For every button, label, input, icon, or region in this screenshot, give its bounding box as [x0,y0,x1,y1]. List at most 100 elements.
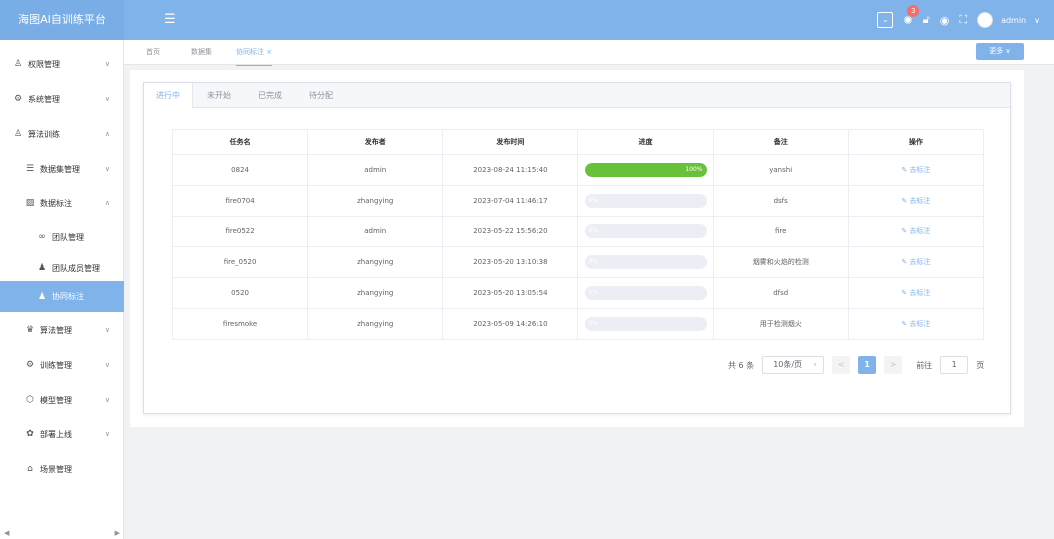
gear-icon: ⚙ [25,360,35,370]
goto-annotate-label: 去标注 [909,319,931,328]
eye-icon[interactable]: ◉ [940,14,950,27]
sidebar-item-label: 部署上线 [40,429,72,439]
sidebar-item-label: 算法训练 [28,129,60,139]
goto-annotate-link[interactable]: ✎ 去标注 [901,320,930,328]
more-button[interactable]: 更多 ∨ [976,43,1024,60]
sidebar-item-permission[interactable]: ♙ 权限管理 ∨ [0,47,124,81]
graduation-icon: ♛ [25,325,35,335]
sidebar-item-label: 团队成员管理 [52,263,100,273]
action-cell: ✎ 去标注 [847,215,985,248]
sidebar-item-training[interactable]: ⚙ 训练管理 ∨ [0,348,124,382]
chevron-down-icon: ∨ [104,95,110,103]
table-row: firesmoke zhangying 2023-05-09 14:26:10 0% 用… [171,307,985,340]
cube-icon: ⬡ [26,395,34,405]
sidebar-item-team[interactable]: ∞ 团队管理 [0,220,124,254]
user-name: admin [1001,15,1027,25]
sidebar-item-label: 算法管理 [40,325,72,335]
bug-icon[interactable]: ✺ 3 [903,4,920,27]
sidebar-item-label: 权限管理 [28,59,60,69]
goto-label: 前往 [916,360,933,370]
note-cell: 烟雾和火焰的检测 [712,246,849,279]
settings-icon: ⚙ [13,94,23,104]
chevron-down-icon: ∨ [104,60,110,68]
goto-annotate-label: 去标注 [909,165,931,174]
action-cell: ✎ 去标注 [847,307,985,340]
sidebar-item-collab-annotation[interactable]: ♟ 协同标注 [0,281,124,312]
search-dropdown-icon[interactable]: ⌄ [877,12,894,28]
sidebar-item-dataset[interactable]: ☰ 数据集管理 ∨ [0,152,124,186]
goto-annotate-label: 去标注 [909,196,931,205]
col-header-name: 任务名 [171,129,309,155]
goto-annotate-link[interactable]: ✎ 去标注 [901,289,930,297]
sidebar-item-algo-training[interactable]: ♙ 算法训练 ∧ [0,117,124,151]
page-size-select[interactable]: 10条/页 ∨ [762,356,825,374]
top-header: 海图AI自训练平台 ☰ ⌄ ✺ 3 🔓︎ ◉ ⛶ admin ∨ [0,0,1054,40]
publisher-cell: zhangying [307,307,444,340]
fullscreen-icon[interactable]: ⛶ [959,13,967,27]
sidebar-item-annotation[interactable]: ▨ 数据标注 ∧ [0,186,124,220]
goto-annotate-link[interactable]: ✎ 去标注 [901,166,930,174]
task-name-cell: 0520 [171,277,309,309]
user-menu[interactable]: admin ∨ [977,12,1040,28]
header-actions: ⌄ ✺ 3 🔓︎ ◉ ⛶ admin ∨ [877,0,1040,40]
sidebar-scrollbar[interactable]: ◀ ▶ [0,529,124,539]
sidebar-item-label: 协同标注 [52,292,84,301]
tags-view: 首页 数据集 协同标注 × 更多 ∨ [124,40,1054,66]
tag-home[interactable]: 首页 [146,47,160,57]
tab-unassigned[interactable]: 待分配 [309,83,333,108]
action-cell: ✎ 去标注 [847,154,985,186]
action-cell: ✎ 去标注 [847,184,985,217]
chevron-down-icon: ∨ [812,361,818,368]
page-number-current[interactable]: 1 [858,356,877,374]
sidebar-item-team-members[interactable]: ♟ 团队成员管理 [0,251,124,285]
prev-page-button[interactable]: < [832,356,851,374]
task-name-cell: fire0522 [171,215,309,248]
publish-time-cell: 2023-08-24 11:15:40 [442,154,579,186]
progress-text: 0% [588,319,599,327]
sidebar-item-scene[interactable]: ⌂ 场景管理 [0,452,124,486]
progress-cell: 0% [577,277,714,309]
tag-collab-annotation[interactable]: 协同标注 × [236,47,273,66]
task-name-cell: 0824 [171,154,309,186]
goto-annotate-link[interactable]: ✎ 去标注 [901,227,930,235]
team-icon: ♟ [37,291,47,302]
sidebar-item-label: 数据集管理 [40,164,80,174]
goto-annotate-link[interactable]: ✎ 去标注 [901,258,930,266]
goto-page-input[interactable]: 1 [940,356,969,374]
goto-annotate-label: 去标注 [909,289,931,298]
table-row: 0520 zhangying 2023-05-20 13:05:54 0% dfsd ✎ … [171,277,985,309]
progress-bar: 0% [584,193,707,208]
user-icon: ♙ [13,129,23,139]
menu-toggle-icon[interactable]: ☰ [164,13,176,27]
tab-completed[interactable]: 已完成 [258,83,282,108]
sidebar-item-deploy[interactable]: ✿ 部署上线 ∨ [0,417,124,451]
sidebar-item-system[interactable]: ⚙ 系统管理 ∨ [0,82,124,116]
sidebar-item-label: 场景管理 [40,464,72,474]
sidebar-item-model[interactable]: ⬡ 模型管理 ∨ [0,383,124,417]
tab-not-started[interactable]: 未开始 [207,83,231,108]
col-header-note: 备注 [712,129,849,155]
goto-annotate-link[interactable]: ✎ 去标注 [901,197,930,205]
progress-text: 0% [588,258,599,266]
sidebar-item-label: 模型管理 [40,395,72,405]
publish-time-cell: 2023-05-20 13:10:38 [442,246,579,279]
link-icon: ∞ [38,232,46,242]
note-cell: fire [712,215,849,248]
user-icon: ♙ [13,59,23,69]
goto-annotate-label: 去标注 [909,227,931,236]
scroll-right-icon[interactable]: ▶ [115,529,120,537]
next-page-button[interactable]: > [884,356,903,374]
list-icon: ☰ [25,164,35,174]
pagination-total: 共 6 条 [728,360,755,370]
col-header-time: 发布时间 [442,129,579,155]
sidebar-item-algorithm[interactable]: ♛ 算法管理 ∨ [0,313,124,347]
tabs-bar: 进行中 未开始 已完成 待分配 [144,83,1010,108]
sidebar-item-label: 训练管理 [40,360,72,370]
scroll-left-icon[interactable]: ◀ [4,529,9,537]
tab-in-progress[interactable]: 进行中 [144,83,193,108]
table-header-row: 任务名 发布者 发布时间 进度 备注 操作 [171,129,985,155]
lock-icon[interactable]: 🔓︎ [923,13,930,27]
chevron-down-icon: ∨ [104,396,110,404]
tag-dataset[interactable]: 数据集 [191,47,212,57]
col-header-progress: 进度 [577,129,714,155]
